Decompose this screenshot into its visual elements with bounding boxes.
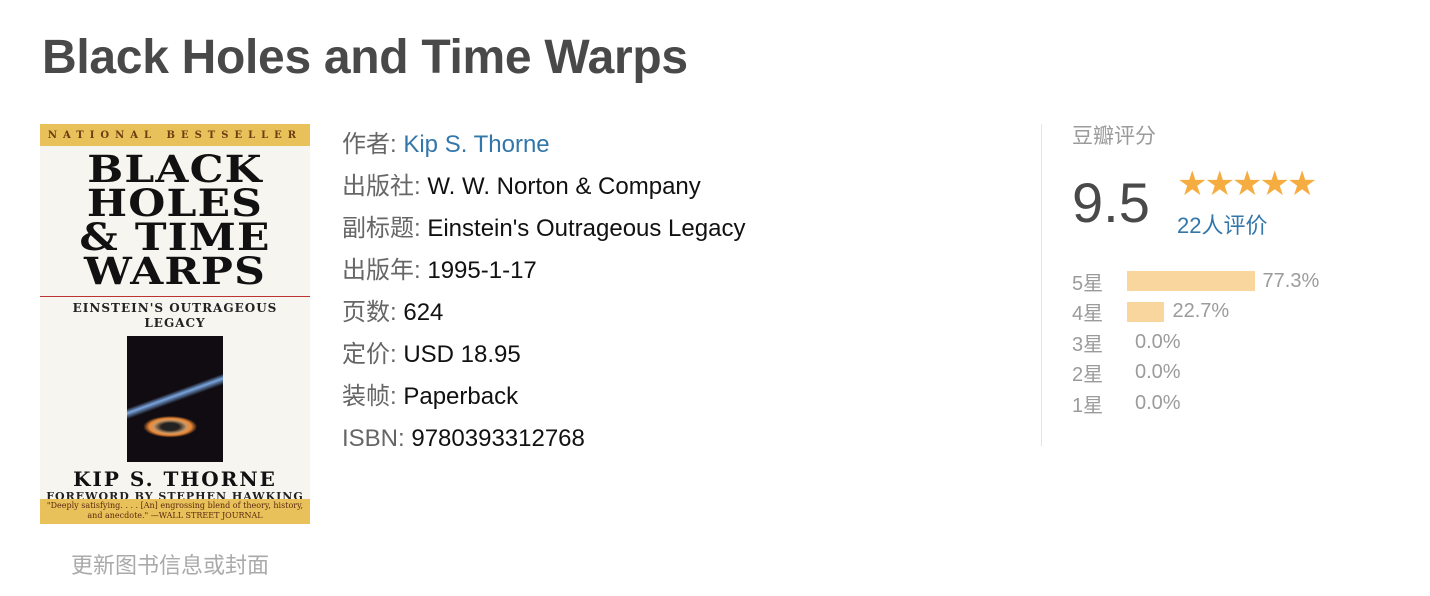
row-label: 5星 [1072, 272, 1104, 295]
cover-rule [40, 296, 310, 297]
rating-row: 3星 0.0% [1072, 327, 1372, 358]
author-link[interactable]: Kip S. Thorne [403, 131, 549, 158]
info-pages: 页数: 624 [342, 292, 745, 334]
info-binding: 装帧: Paperback [342, 376, 745, 418]
info-value: 9780393312768 [411, 425, 585, 452]
rating-row: 4星 22.7% [1072, 297, 1372, 328]
star-icons: ★★★★★ [1177, 165, 1317, 203]
cover-subtitle: EINSTEIN'S OUTRAGEOUS LEGACY [72, 301, 278, 330]
info-key: 出版年: [342, 257, 421, 284]
rating-bar [1127, 271, 1255, 292]
divider [1041, 124, 1042, 446]
rating-panel: 豆瓣评分 9.5 ★★★★★ 22人评价 5星 77.3% 4星 22.7% 3星 0… [1072, 120, 1319, 417]
info-key: 出版社: [342, 173, 421, 200]
rating-label: 豆瓣评分 [1072, 125, 1156, 148]
info-key: 页数: [342, 299, 397, 326]
info-value: 624 [403, 299, 444, 326]
row-label: 3星 [1072, 333, 1104, 356]
cover-quote: "Deeply satisfying. . . . [An] engrossin… [40, 499, 310, 524]
cover-title: BLACK HOLES & TIME WARPS [40, 151, 310, 293]
rating-row: 5星 77.3% [1072, 266, 1372, 297]
book-title: Black Holes and Time Warps [42, 31, 688, 84]
row-label: 4星 [1072, 303, 1104, 326]
info-isbn: ISBN: 9780393312768 [342, 418, 745, 460]
votes-link[interactable]: 22人评价 [1177, 208, 1267, 240]
cover-band: NATIONAL BESTSELLER [40, 124, 310, 146]
book-cover[interactable]: NATIONAL BESTSELLER BLACK HOLES & TIME W… [40, 124, 310, 524]
book-info: 作者: Kip S. Thorne 出版社: W. W. Norton & Co… [342, 124, 745, 460]
info-value: USD 18.95 [403, 341, 521, 368]
info-key: 装帧: [342, 383, 397, 410]
info-author: 作者: Kip S. Thorne [342, 124, 745, 166]
info-publisher: 出版社: W. W. Norton & Company [342, 166, 745, 208]
rating-row: 2星 0.0% [1072, 358, 1372, 389]
rating-row: 1星 0.0% [1072, 388, 1372, 419]
info-value: Paperback [403, 383, 519, 410]
update-book-info-link[interactable]: 更新图书信息或封面 [71, 548, 269, 580]
row-percent: 0.0% [1135, 330, 1181, 353]
rating-bar [1127, 301, 1165, 322]
row-label: 2星 [1072, 364, 1104, 387]
row-percent: 0.0% [1135, 361, 1181, 384]
cover-title-line: WARPS [84, 249, 266, 293]
info-value: Einstein's Outrageous Legacy [427, 215, 746, 242]
info-price: 定价: USD 18.95 [342, 334, 745, 376]
info-key: 作者: [342, 131, 397, 158]
rating-score: 9.5 [1072, 171, 1150, 234]
row-percent: 22.7% [1172, 300, 1230, 323]
cover-black-hole-art [127, 336, 223, 462]
row-label: 1星 [1072, 394, 1104, 417]
info-value: 1995-1-17 [427, 257, 537, 284]
cover-author: KIP S. THORNE [73, 467, 277, 491]
info-value: W. W. Norton & Company [427, 173, 701, 200]
rating-distribution: 5星 77.3% 4星 22.7% 3星 0.0% 2星 0.0% 1星 0.0% [1072, 266, 1372, 419]
row-percent: 0.0% [1135, 391, 1181, 414]
info-key: 定价: [342, 341, 397, 368]
info-year: 出版年: 1995-1-17 [342, 250, 745, 292]
info-key: 副标题: [342, 215, 421, 242]
info-subtitle: 副标题: Einstein's Outrageous Legacy [342, 208, 745, 250]
info-key: ISBN: [342, 425, 405, 452]
row-percent: 77.3% [1262, 269, 1320, 292]
